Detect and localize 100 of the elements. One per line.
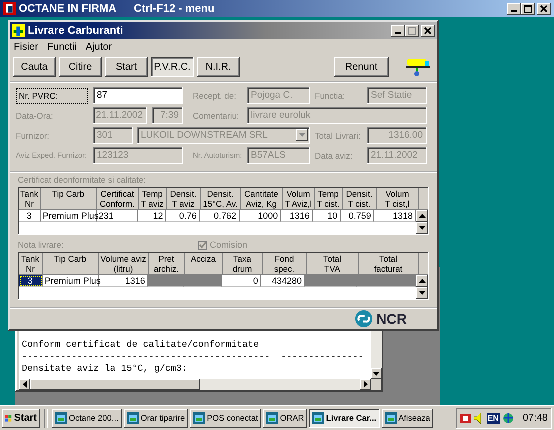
taskbar-button[interactable]: Octane 200... <box>52 408 122 428</box>
pvrc-field[interactable]: 87 <box>93 87 183 104</box>
scroll-right-button[interactable] <box>360 379 371 390</box>
taskbar-button[interactable]: Orar tiparire <box>124 408 188 428</box>
window-icon <box>55 412 67 424</box>
table-cell[interactable]: Premium Plus <box>42 275 99 287</box>
field-label: Data aviz: <box>315 150 354 160</box>
column-header: Volum T Aviz,l <box>283 188 315 210</box>
app-icon <box>3 2 16 15</box>
toolbar-button[interactable]: Cauta <box>13 57 56 77</box>
taskbar-button[interactable]: ORAR <box>263 408 308 428</box>
dropdown-arrow-icon <box>298 133 306 137</box>
column-header: Total TVA <box>307 253 359 275</box>
column-header: Densit. T cist. <box>343 188 377 210</box>
taskbar-button[interactable]: Afiseaza <box>382 408 434 428</box>
column-header: Fond spec. <box>263 253 307 275</box>
scroll-down-button[interactable] <box>371 368 382 379</box>
section-title: Certificat deonformitate si calitate: <box>18 175 146 185</box>
field-label: Functia: <box>315 90 346 100</box>
table-cell[interactable]: 3 <box>19 275 43 287</box>
globe-icon[interactable] <box>502 412 514 424</box>
table-cell: Premium Plus <box>40 210 97 222</box>
toolbar-button[interactable]: N.I.R. <box>197 57 240 77</box>
scroll-down-button[interactable] <box>416 287 428 299</box>
toolbar-button[interactable]: P.V.R.C. <box>151 57 194 77</box>
window-icon <box>193 412 206 424</box>
table-cell[interactable]: 0 <box>222 275 262 287</box>
table-cell: 0.759 <box>340 210 374 222</box>
menu-item[interactable]: Ajutor <box>86 42 112 52</box>
taskbar-button[interactable]: Livrare Car... <box>309 408 380 428</box>
horizontal-scrollbar[interactable] <box>19 379 371 390</box>
cancel-button[interactable]: Renunt <box>334 57 389 77</box>
arrow-right-icon <box>364 381 368 388</box>
arrow-down-icon <box>373 372 380 376</box>
column-header: Densit. T aviz <box>167 188 201 210</box>
scroll-left-button[interactable] <box>19 379 30 390</box>
toolbar-button[interactable]: Start <box>105 57 148 77</box>
column-header: Tank Nr <box>19 188 41 210</box>
minimize-icon <box>511 10 517 12</box>
maximize-button[interactable] <box>521 2 535 14</box>
scroll-down-button[interactable] <box>416 222 428 234</box>
section-title: Nota livrare: <box>18 240 65 250</box>
arrow-up-icon <box>418 214 426 218</box>
table-cell: 3 <box>19 210 41 222</box>
scroll-up-button[interactable] <box>416 210 428 222</box>
report-line: --------------------------------------------- --------------- <box>22 351 365 363</box>
minimize-button[interactable] <box>391 24 405 36</box>
menu-item[interactable]: Fisier <box>14 42 38 52</box>
close-icon <box>424 26 432 34</box>
start-button[interactable]: Start <box>2 408 40 428</box>
toolbar-button[interactable]: Citire <box>59 57 102 77</box>
field-label: Recept. de: <box>193 90 238 100</box>
arrow-left-icon <box>22 381 26 388</box>
field-label: Comentariu: <box>193 110 240 120</box>
window-icon <box>312 412 324 424</box>
tanker-truck-icon <box>406 57 430 77</box>
window-icon <box>126 412 139 424</box>
column-header: Temp T cist. <box>315 188 343 210</box>
maximize-icon <box>408 26 416 34</box>
field-label: Data-Ora: <box>16 110 54 120</box>
column-header: Taxa drum <box>223 253 263 275</box>
taskbar-button[interactable]: POS conectat <box>190 408 262 428</box>
shortcut-hint: Ctrl-F12 - menu <box>134 2 215 14</box>
app-title: OCTANE IN FIRMA <box>19 2 118 14</box>
window-icon <box>266 412 278 424</box>
field-label: Nr. PVRC: <box>16 88 88 104</box>
column-header: Acciza <box>185 253 223 275</box>
field-label: Furnizor: <box>16 130 51 140</box>
close-button[interactable] <box>537 2 551 14</box>
maximize-button[interactable] <box>405 24 419 36</box>
check-icon <box>199 241 206 249</box>
header-corner <box>419 188 428 210</box>
minimize-button[interactable] <box>507 2 521 14</box>
arrow-down-icon <box>418 226 426 230</box>
table-cell: 1000 <box>240 210 282 222</box>
table-cell: 0.76 <box>166 210 200 222</box>
table-cell: 1316 <box>281 210 313 222</box>
close-icon <box>540 4 548 12</box>
arrow-up-icon <box>418 279 426 283</box>
minimize-icon <box>395 32 401 34</box>
column-header: Certificat Conform. <box>97 188 139 210</box>
speaker-icon[interactable] <box>474 412 484 424</box>
scroll-up-button[interactable] <box>416 275 428 287</box>
arrow-down-icon <box>418 291 426 295</box>
close-button[interactable] <box>421 24 435 36</box>
scroll-thumb[interactable] <box>30 379 200 390</box>
table-cell: 0.762 <box>200 210 240 222</box>
menu-item[interactable]: Functii <box>47 42 77 52</box>
column-header: Pret archiz. <box>149 253 185 275</box>
column-header: Tip Carb <box>41 188 97 210</box>
dialog-title: Livrare Carburanti <box>28 24 124 36</box>
clock: 07:48 <box>522 412 548 424</box>
column-header: Cantitate Aviz, Kg <box>241 188 283 210</box>
window-icon <box>384 412 397 424</box>
column-header: Temp T aviz <box>139 188 167 210</box>
report-line: Conform certificat de calitate/conformitate <box>22 339 260 351</box>
table-cell: 10 <box>312 210 341 222</box>
column-header: Tip Carb <box>43 253 99 275</box>
maximize-icon <box>524 4 532 12</box>
language-indicator[interactable]: EN <box>486 412 500 424</box>
